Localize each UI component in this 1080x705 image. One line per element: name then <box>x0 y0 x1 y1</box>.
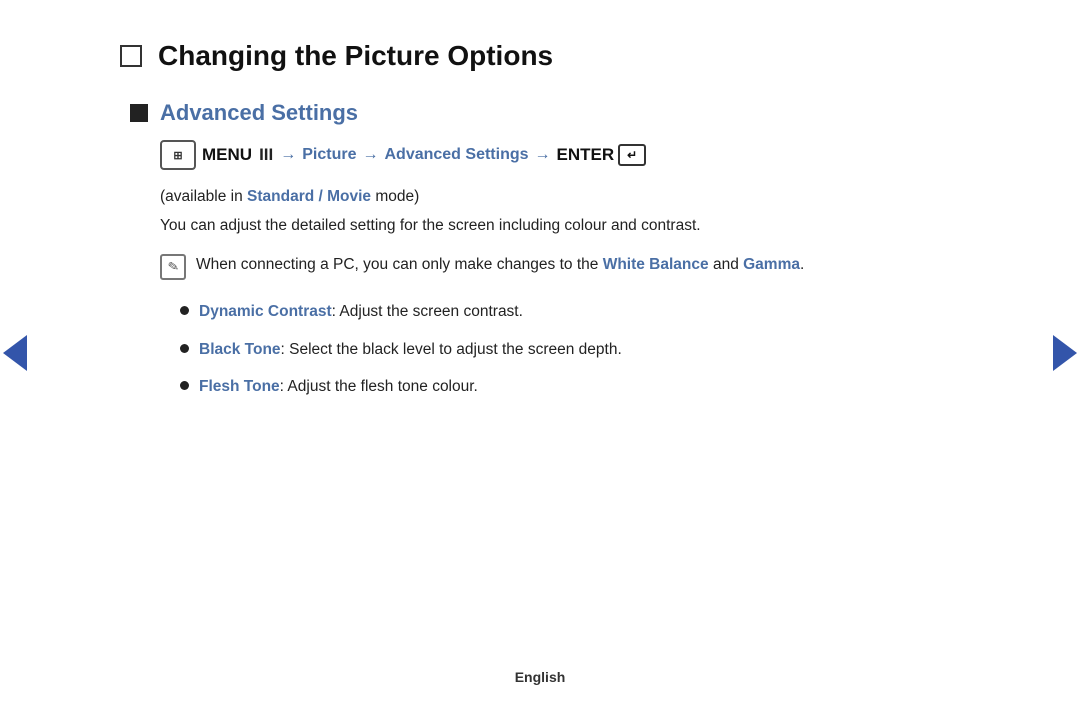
main-heading-text: Changing the Picture Options <box>158 40 553 72</box>
dynamic-contrast-term: Dynamic Contrast <box>199 303 332 320</box>
arrow-2: → <box>362 146 378 164</box>
note-suffix: . <box>800 256 804 273</box>
menu-icon: ⊞ <box>160 140 196 170</box>
prev-page-button[interactable] <box>0 328 30 378</box>
list-item: Flesh Tone: Adjust the flesh tone colour… <box>180 375 960 398</box>
menu-label: MENU <box>202 145 252 165</box>
feature-list: Dynamic Contrast: Adjust the screen cont… <box>180 300 960 398</box>
enter-label: ENTER ↵ <box>557 144 647 166</box>
next-page-button[interactable] <box>1050 328 1080 378</box>
menu-path: ⊞ MENU III → Picture → Advanced Settings… <box>160 140 960 170</box>
bullet-dot-icon <box>180 344 189 353</box>
section-header: Advanced Settings <box>130 100 960 126</box>
advanced-settings-section: Advanced Settings ⊞ MENU III → Picture →… <box>130 100 960 398</box>
enter-text: ENTER <box>557 145 615 165</box>
black-tone-desc: : Select the black level to adjust the s… <box>281 341 622 358</box>
black-square-icon <box>130 104 148 122</box>
enter-symbol-icon: ↵ <box>618 144 646 166</box>
advanced-settings-path-label: Advanced Settings <box>384 146 528 164</box>
available-suffix: mode) <box>371 188 419 205</box>
picture-label: Picture <box>302 146 356 164</box>
right-arrow-icon <box>1053 335 1077 371</box>
note-prefix: When connecting a PC, you can only make … <box>196 256 603 273</box>
footer-language: English <box>0 669 1080 685</box>
black-tone-term: Black Tone <box>199 341 281 358</box>
checkbox-icon <box>120 45 142 67</box>
available-line: (available in Standard / Movie mode) <box>160 188 960 206</box>
pencil-icon: ✎ <box>166 258 180 276</box>
vertical-bars-icon: III <box>259 145 273 165</box>
list-item-text: Dynamic Contrast: Adjust the screen cont… <box>199 300 523 323</box>
bullet-dot-icon <box>180 381 189 390</box>
arrow-1: → <box>280 146 296 164</box>
list-item-text: Black Tone: Select the black level to ad… <box>199 338 622 361</box>
description-text: You can adjust the detailed setting for … <box>160 214 960 237</box>
arrow-3: → <box>535 146 551 164</box>
gamma-link: Gamma <box>743 256 800 273</box>
list-item: Dynamic Contrast: Adjust the screen cont… <box>180 300 960 323</box>
main-heading-row: Changing the Picture Options <box>120 40 960 72</box>
note-text: When connecting a PC, you can only make … <box>196 253 804 278</box>
left-arrow-icon <box>3 335 27 371</box>
available-highlight: Standard / Movie <box>247 188 371 205</box>
list-item-text: Flesh Tone: Adjust the flesh tone colour… <box>199 375 478 398</box>
flesh-tone-desc: : Adjust the flesh tone colour. <box>280 378 478 395</box>
section-title: Advanced Settings <box>160 100 358 126</box>
note-box: ✎ When connecting a PC, you can only mak… <box>160 253 960 280</box>
dynamic-contrast-desc: : Adjust the screen contrast. <box>332 303 523 320</box>
available-prefix: (available in <box>160 188 247 205</box>
note-mid: and <box>709 256 743 273</box>
flesh-tone-term: Flesh Tone <box>199 378 280 395</box>
white-balance-link: White Balance <box>603 256 709 273</box>
list-item: Black Tone: Select the black level to ad… <box>180 338 960 361</box>
bullet-dot-icon <box>180 306 189 315</box>
note-icon: ✎ <box>160 254 186 280</box>
